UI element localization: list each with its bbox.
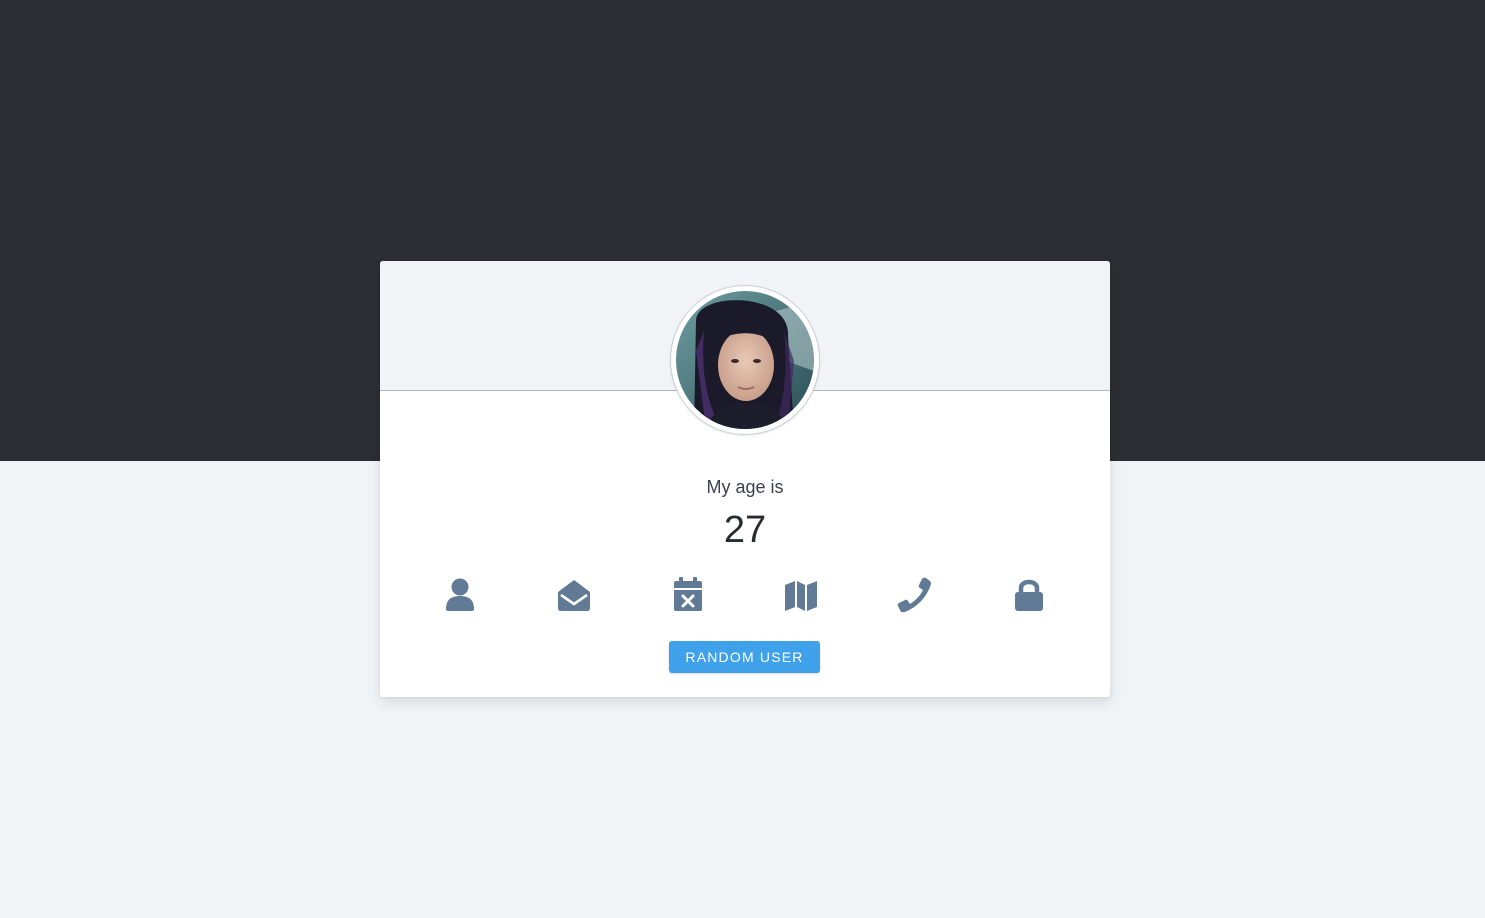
user-profile-card: My age is 27 RANDOM USER	[380, 261, 1110, 697]
phone-icon[interactable]	[895, 575, 935, 615]
lock-icon[interactable]	[1009, 575, 1049, 615]
random-user-button[interactable]: RANDOM USER	[669, 641, 820, 673]
map-icon[interactable]	[781, 575, 821, 615]
calendar-x-icon[interactable]	[668, 575, 708, 615]
avatar-photo	[676, 291, 814, 429]
info-value: 27	[723, 509, 767, 551]
info-label: My age is	[706, 477, 784, 497]
info-icon-row	[380, 575, 1110, 615]
user-icon[interactable]	[440, 575, 480, 615]
avatar	[671, 286, 819, 434]
envelope-open-icon[interactable]	[554, 575, 594, 615]
